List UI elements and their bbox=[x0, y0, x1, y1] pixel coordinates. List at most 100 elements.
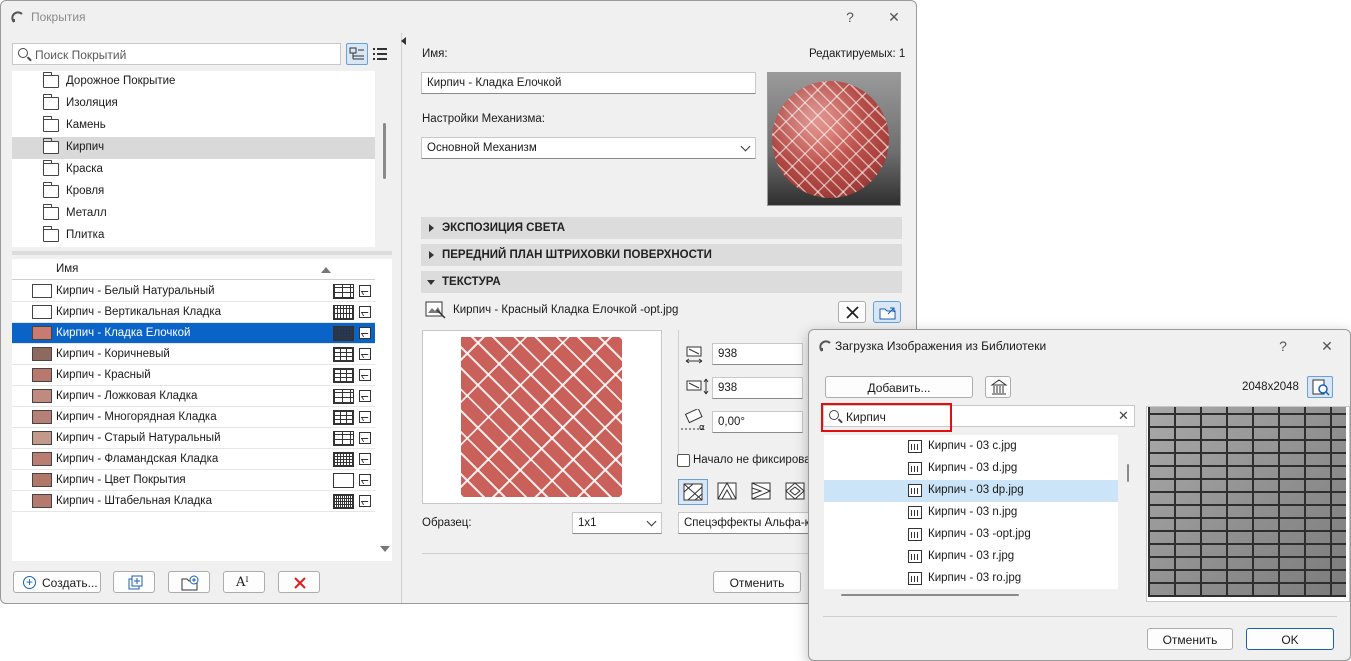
file-item[interactable]: Кирпич - 03 -opt.jpg bbox=[824, 524, 1118, 546]
material-row[interactable]: Кирпич - Красный bbox=[12, 365, 375, 386]
remove-texture-button[interactable] bbox=[838, 301, 866, 323]
folder-label: Кирпич bbox=[66, 141, 105, 153]
hatch-mirror-x-icon bbox=[717, 482, 737, 500]
file-list-hscroll[interactable] bbox=[841, 594, 1019, 596]
splitter[interactable] bbox=[12, 251, 392, 255]
rename-button[interactable]: Aᴵ bbox=[223, 571, 265, 593]
list-header[interactable]: Имя bbox=[12, 259, 375, 280]
folder-icon bbox=[43, 116, 59, 132]
angle-value: 0,00° bbox=[718, 416, 745, 428]
sample-label: Образец: bbox=[422, 517, 472, 529]
material-row[interactable]: Кирпич - Белый Натуральный bbox=[12, 281, 375, 302]
duplicate-button[interactable] bbox=[113, 571, 155, 593]
file-item-selected[interactable]: Кирпич - 03 dp.jpg bbox=[824, 480, 1118, 502]
cancel-button[interactable]: Отменить bbox=[713, 571, 801, 593]
rename-icon: Aᴵ bbox=[236, 575, 249, 590]
clear-search-icon[interactable]: ✕ bbox=[1118, 408, 1129, 424]
scroll-down-arrow-icon[interactable] bbox=[380, 546, 390, 552]
collapse-left-icon[interactable] bbox=[401, 37, 406, 45]
file-list-vscroll[interactable] bbox=[1127, 464, 1129, 482]
tree-scrollbar[interactable] bbox=[383, 123, 386, 179]
material-row[interactable]: Кирпич - Коричневый bbox=[12, 344, 375, 365]
archicad-logo-icon bbox=[11, 11, 23, 23]
color-swatch bbox=[32, 473, 52, 487]
material-row[interactable]: Кирпич - Ложковая Кладка bbox=[12, 386, 375, 407]
height-value: 938 bbox=[718, 382, 738, 394]
folder-item[interactable]: Металл bbox=[12, 203, 375, 225]
color-swatch bbox=[32, 431, 52, 445]
texture-preview-image bbox=[461, 337, 622, 497]
cancel-button[interactable]: Отменить bbox=[1147, 628, 1233, 650]
material-row[interactable]: Кирпич - Вертикальная Кладка bbox=[12, 302, 375, 323]
close-button[interactable]: ✕ bbox=[1317, 336, 1337, 356]
folder-icon bbox=[43, 204, 59, 220]
material-row-selected[interactable]: Кирпич - Кладка Елочкой bbox=[12, 323, 375, 344]
texture-angle-icon: α bbox=[681, 409, 705, 433]
section-hatch-foreground[interactable]: ПЕРЕДНИЙ ПЛАН ШТРИХОВКИ ПОВЕРХНОСТИ bbox=[421, 244, 902, 266]
engine-label: Настройки Механизма: bbox=[422, 113, 545, 125]
new-folder-button[interactable] bbox=[168, 571, 210, 593]
engine-dropdown[interactable]: Основной Механизм bbox=[421, 137, 756, 159]
mirror-xy-toggle[interactable] bbox=[781, 479, 811, 505]
folder-item[interactable]: Дорожное Покрытие bbox=[12, 71, 375, 93]
sphere-preview bbox=[772, 81, 889, 198]
material-name: Кирпич - Цвет Покрытия bbox=[56, 474, 186, 486]
material-row[interactable]: Кирпич - Штабельная Кладка bbox=[12, 491, 375, 512]
open-folder-icon bbox=[879, 307, 896, 320]
color-swatch bbox=[32, 347, 52, 361]
material-row[interactable]: Кирпич - Цвет Покрытия bbox=[12, 470, 375, 491]
collapse-arrow-icon bbox=[427, 280, 435, 285]
create-button[interactable]: + Создать... bbox=[13, 571, 101, 593]
close-button[interactable]: ✕ bbox=[884, 7, 904, 27]
hatch-pattern-icon bbox=[333, 452, 354, 467]
ok-button[interactable]: OK bbox=[1246, 628, 1334, 650]
sample-dropdown[interactable]: 1x1 bbox=[572, 512, 662, 534]
delete-button[interactable] bbox=[278, 571, 320, 593]
tree-view-icon bbox=[349, 47, 364, 60]
material-row[interactable]: Кирпич - Фламандская Кладка bbox=[12, 449, 375, 470]
folder-item[interactable]: Изоляция bbox=[12, 93, 375, 115]
folder-icon bbox=[43, 138, 59, 154]
name-field[interactable]: Кирпич - Кладка Елочкой bbox=[421, 72, 756, 94]
texture-angle-field[interactable]: 0,00° bbox=[712, 411, 803, 433]
image-file-icon bbox=[908, 484, 922, 497]
folder-item[interactable]: Плитка bbox=[12, 225, 375, 247]
mirror-y-toggle[interactable] bbox=[747, 479, 777, 505]
file-item[interactable]: Кирпич - 03 c.jpg bbox=[824, 436, 1118, 458]
alpha-effects-dropdown[interactable]: Спецэффекты Альфа-ка bbox=[678, 512, 818, 534]
file-item[interactable]: Кирпич - 03 d.jpg bbox=[824, 458, 1118, 480]
preview-toggle[interactable] bbox=[1307, 376, 1333, 398]
material-row[interactable]: Кирпич - Многорядная Кладка bbox=[12, 407, 375, 428]
column-name-header[interactable]: Имя bbox=[56, 263, 78, 275]
library-manager-button[interactable] bbox=[985, 376, 1011, 398]
file-label: Кирпич - 03 r.jpg bbox=[928, 550, 1015, 562]
folder-label: Камень bbox=[66, 119, 106, 131]
section-light-exposure[interactable]: ЭКСПОЗИЦИЯ СВЕТА bbox=[421, 217, 902, 239]
help-button[interactable]: ? bbox=[1273, 336, 1293, 356]
search-placeholder: Поиск Покрытий bbox=[35, 48, 127, 62]
file-item[interactable]: Кирпич - 03 ro.jpg bbox=[824, 568, 1118, 589]
mirror-x-toggle[interactable] bbox=[713, 479, 743, 505]
start-unfixed-checkbox[interactable] bbox=[677, 454, 690, 467]
folder-item-selected[interactable]: Кирпич bbox=[12, 137, 375, 159]
help-button[interactable]: ? bbox=[840, 7, 860, 27]
material-row[interactable]: Кирпич - Старый Натуральный bbox=[12, 428, 375, 449]
texture-height-field[interactable]: 938 bbox=[712, 377, 803, 399]
file-item[interactable]: Кирпич - 03 r.jpg bbox=[824, 546, 1118, 568]
close-x-icon bbox=[846, 306, 859, 319]
folder-item[interactable]: Камень bbox=[12, 115, 375, 137]
load-texture-button[interactable] bbox=[873, 301, 901, 323]
texture-width-field[interactable]: 938 bbox=[712, 343, 803, 365]
name-value: Кирпич - Кладка Елочкой bbox=[427, 77, 562, 89]
folder-item[interactable]: Кровля bbox=[12, 181, 375, 203]
mirror-none-toggle[interactable] bbox=[678, 479, 708, 505]
list-view-toggle[interactable] bbox=[371, 45, 389, 63]
chevron-down-icon bbox=[740, 141, 751, 152]
section-texture[interactable]: ТЕКСТУРА bbox=[421, 271, 902, 293]
file-item[interactable]: Кирпич - 03 n.jpg bbox=[824, 502, 1118, 524]
tree-view-toggle[interactable] bbox=[346, 43, 368, 65]
folder-item[interactable]: Краска bbox=[12, 159, 375, 181]
file-label: Кирпич - 03 -opt.jpg bbox=[928, 528, 1031, 540]
add-button[interactable]: Добавить... bbox=[825, 376, 973, 398]
search-input[interactable]: Поиск Покрытий bbox=[12, 43, 341, 65]
